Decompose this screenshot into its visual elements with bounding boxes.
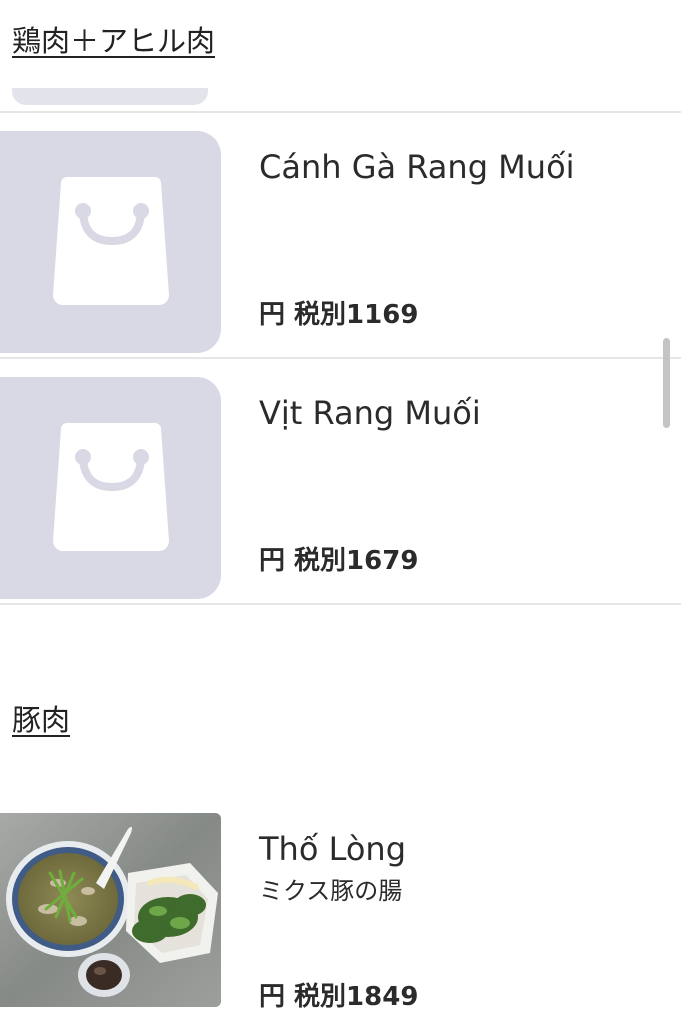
menu-item-vit-rang[interactable]: Vịt Rang Muối 円 税別1679 [0, 377, 681, 599]
divider [0, 357, 681, 359]
item-description: ミクス豚の腸 [259, 877, 403, 905]
shopping-bag-icon [53, 423, 169, 551]
item-price: 円 税別1169 [259, 300, 419, 330]
item-price: 円 税別1849 [259, 982, 419, 1012]
shopping-bag-icon [53, 177, 169, 305]
item-thumbnail [0, 377, 221, 599]
food-photo [0, 813, 221, 1007]
section-title-chicken-duck: 鶏肉＋アヒル肉 [12, 24, 216, 58]
partial-item-thumbnail[interactable] [12, 88, 208, 105]
scrollbar[interactable] [663, 338, 670, 428]
item-name: Cánh Gà Rang Muối [259, 148, 575, 186]
menu-item-tho-long[interactable]: Thố Lòng ミクス豚の腸 円 税別1849 [0, 813, 681, 1012]
divider [0, 111, 681, 113]
item-thumbnail [0, 131, 221, 353]
item-name: Vịt Rang Muối [259, 394, 481, 432]
divider [0, 603, 681, 605]
menu-item-canh-ga[interactable]: Cánh Gà Rang Muối 円 税別1169 [0, 131, 681, 353]
item-name: Thố Lòng [259, 830, 407, 868]
section-title-pork: 豚肉 [12, 703, 71, 737]
item-price: 円 税別1679 [259, 546, 419, 576]
